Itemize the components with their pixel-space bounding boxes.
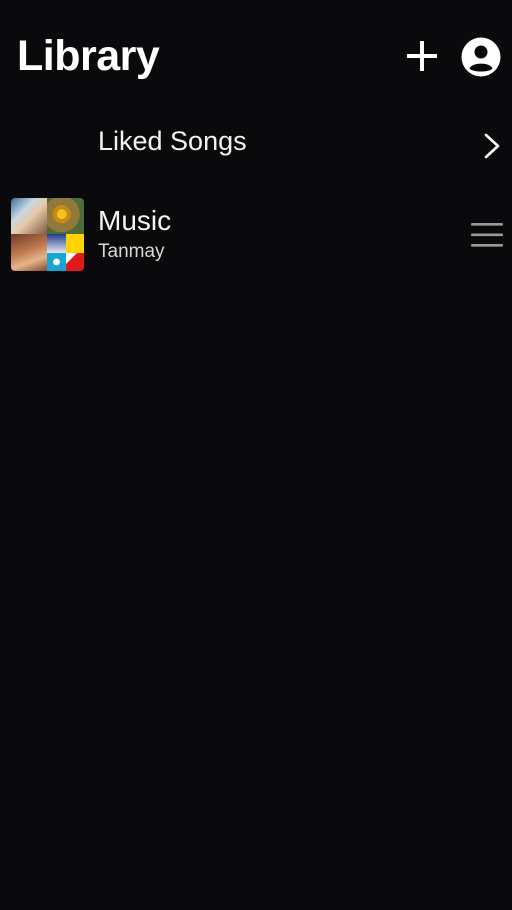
add-playlist-button[interactable] <box>404 38 440 74</box>
account-circle-icon <box>461 37 501 77</box>
cover-tile <box>47 198 84 234</box>
playlist-row[interactable]: Music Tanmay <box>0 190 512 280</box>
library-header: Library <box>0 0 512 110</box>
account-button[interactable] <box>460 36 502 78</box>
liked-songs-row[interactable]: Liked Songs <box>0 110 512 180</box>
chevron-right-icon <box>484 133 500 159</box>
page-title: Library <box>17 32 160 80</box>
plus-icon <box>407 41 437 71</box>
liked-songs-label: Liked Songs <box>98 126 247 156</box>
drag-handle-icon[interactable] <box>470 218 504 252</box>
cover-tile <box>11 234 47 271</box>
playlist-cover-image <box>11 198 84 271</box>
playlist-title: Music <box>98 205 172 236</box>
cover-tile <box>47 234 84 271</box>
cover-tile <box>11 198 47 234</box>
playlist-owner: Tanmay <box>98 241 165 262</box>
